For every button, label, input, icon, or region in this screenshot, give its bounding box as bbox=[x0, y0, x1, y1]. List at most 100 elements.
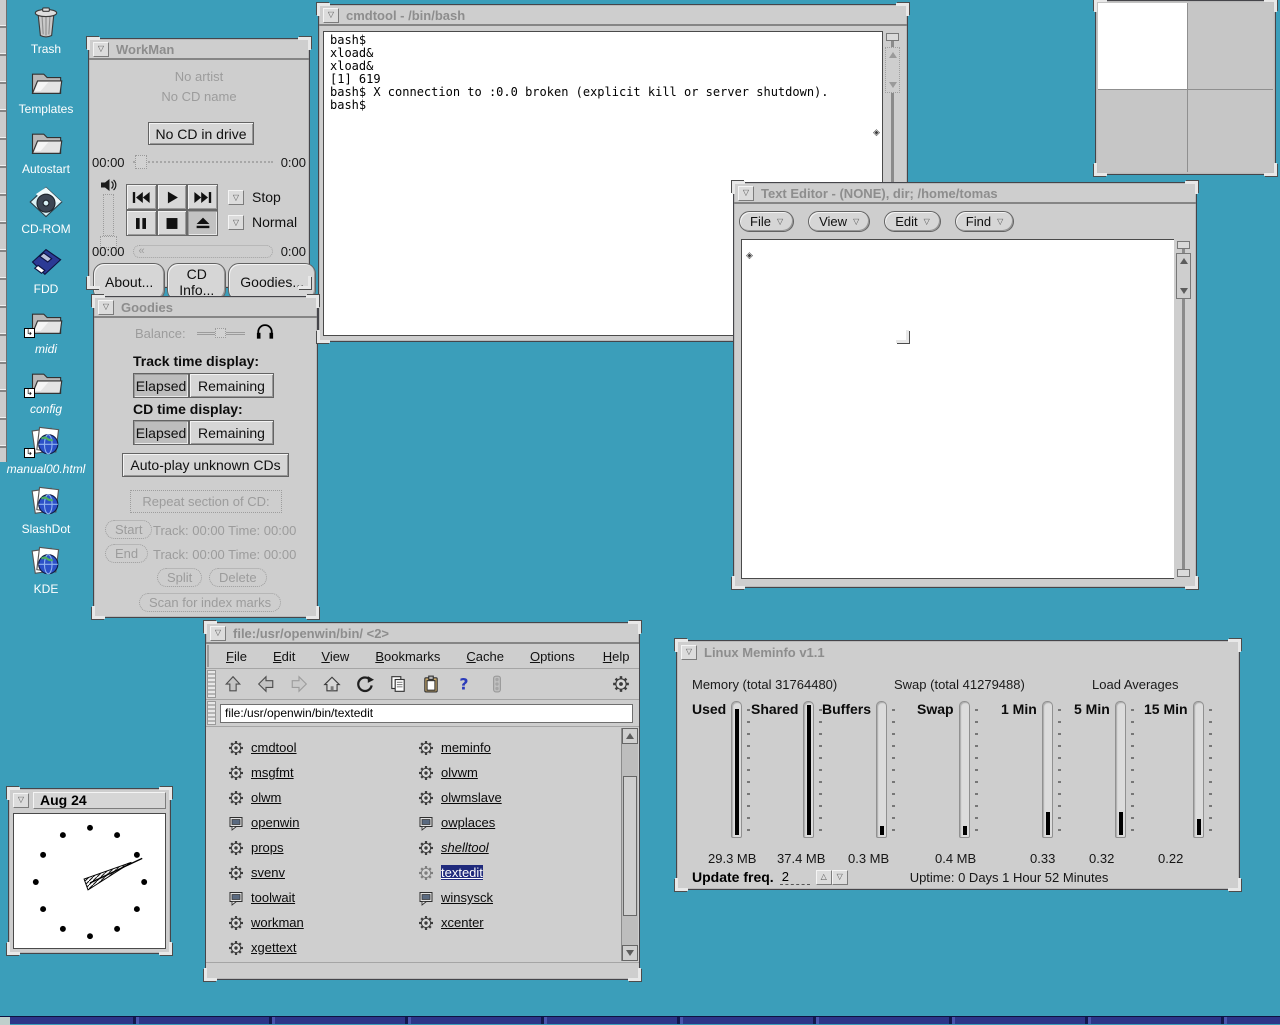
file-manager-titlebar[interactable]: ▽ file:/usr/openwin/bin/ <2> bbox=[206, 623, 639, 644]
resize-corner[interactable] bbox=[675, 878, 688, 891]
toolbar-drag-handle[interactable] bbox=[207, 670, 216, 698]
resize-corner[interactable] bbox=[204, 968, 217, 981]
transport-button[interactable] bbox=[126, 210, 157, 236]
resize-corner[interactable] bbox=[896, 3, 909, 16]
scroll-up-icon[interactable] bbox=[1180, 258, 1188, 264]
cd-elapsed-toggle[interactable]: Elapsed bbox=[133, 420, 189, 445]
hidden-panel-edge[interactable] bbox=[0, 0, 7, 462]
cmdtool-titlebar[interactable]: ▽ cmdtool - /bin/bash bbox=[319, 5, 907, 26]
menu-button[interactable]: File▽ bbox=[739, 211, 794, 232]
cd-position-slider[interactable]: « bbox=[133, 245, 273, 258]
file-name-link[interactable]: toolwait bbox=[251, 890, 295, 905]
file-name-link[interactable]: shelltool bbox=[441, 840, 489, 855]
slider-thumb[interactable] bbox=[135, 155, 147, 169]
file-item[interactable]: olvwm bbox=[418, 760, 586, 785]
desktop-icon[interactable]: ↳ KDE bbox=[14, 544, 78, 604]
transport-button[interactable] bbox=[187, 184, 218, 210]
file-name-link[interactable]: textedit bbox=[441, 865, 483, 880]
file-list-scrollbar[interactable] bbox=[621, 728, 638, 961]
file-name-link[interactable]: workman bbox=[251, 915, 304, 930]
resize-corner[interactable] bbox=[628, 968, 641, 981]
menu-button[interactable]: Edit▽ bbox=[884, 211, 941, 232]
editor-scrollbar[interactable] bbox=[1174, 239, 1194, 579]
balance-slider-thumb[interactable] bbox=[215, 328, 226, 338]
file-name-link[interactable]: cmdtool bbox=[251, 740, 297, 755]
scrollbar-top-anchor[interactable] bbox=[1177, 241, 1190, 249]
clock-titlebar[interactable]: ▽ Aug 24 bbox=[9, 789, 170, 810]
menu-item-help[interactable]: Help bbox=[590, 649, 644, 664]
resize-corner[interactable] bbox=[896, 330, 909, 343]
file-item[interactable]: olwm bbox=[228, 785, 396, 810]
editor-text-area[interactable]: ◈ bbox=[741, 239, 1178, 579]
desktop-icon[interactable]: ↳ midi bbox=[14, 304, 78, 364]
toolbar-button[interactable] bbox=[350, 671, 379, 697]
resize-corner[interactable] bbox=[317, 3, 330, 16]
desktop-icon[interactable]: ↳ SlashDot bbox=[14, 484, 78, 544]
pager-desktop-cell[interactable] bbox=[1188, 90, 1273, 172]
file-item[interactable]: toolwait bbox=[228, 885, 396, 910]
file-name-link[interactable]: olwm bbox=[251, 790, 281, 805]
resize-corner[interactable] bbox=[306, 606, 319, 619]
menu-item[interactable]: Bookmarks bbox=[362, 649, 453, 664]
menu-item[interactable]: View bbox=[308, 649, 362, 664]
resize-corner[interactable] bbox=[298, 37, 311, 50]
resize-corner[interactable] bbox=[159, 942, 172, 955]
resize-corner[interactable] bbox=[1264, 0, 1277, 12]
desktop-icon[interactable]: ↳ Trash bbox=[14, 4, 78, 64]
resize-corner[interactable] bbox=[1185, 576, 1198, 589]
repeat-end-button[interactable]: End bbox=[105, 544, 148, 563]
desktop-icon[interactable]: ↳ Templates bbox=[14, 64, 78, 124]
file-name-link[interactable]: xcenter bbox=[441, 915, 484, 930]
file-name-link[interactable]: winsysck bbox=[441, 890, 493, 905]
scroll-down-icon[interactable] bbox=[1180, 288, 1188, 294]
balance-slider[interactable] bbox=[197, 328, 245, 338]
resize-corner[interactable] bbox=[1094, 163, 1107, 176]
resize-corner[interactable] bbox=[7, 942, 20, 955]
file-item[interactable]: shelltool bbox=[418, 835, 586, 860]
file-item[interactable]: winsysck bbox=[418, 885, 586, 910]
toolbar-button[interactable] bbox=[284, 671, 313, 697]
repeat-section-button[interactable]: Repeat section of CD: bbox=[130, 490, 282, 513]
pager-desktop-cell[interactable] bbox=[1098, 3, 1187, 89]
menu-item[interactable]: Edit bbox=[260, 649, 308, 664]
toolbar-button[interactable] bbox=[449, 671, 478, 697]
resize-corner[interactable] bbox=[92, 606, 105, 619]
transport-button[interactable] bbox=[157, 184, 188, 210]
toolbar-button[interactable] bbox=[251, 671, 280, 697]
file-name-link[interactable]: msgfmt bbox=[251, 765, 294, 780]
resize-corner[interactable] bbox=[1228, 639, 1241, 652]
transport-button[interactable] bbox=[187, 210, 218, 236]
repeat-start-button[interactable]: Start bbox=[105, 520, 152, 539]
toolbar-drag-handle[interactable] bbox=[207, 701, 216, 725]
file-name-link[interactable]: olwmslave bbox=[441, 790, 502, 805]
pager-desktop-cell[interactable] bbox=[1188, 3, 1273, 89]
toolbar-button[interactable] bbox=[317, 671, 346, 697]
scrollbar-elevator[interactable] bbox=[1176, 253, 1191, 299]
scrollbar-elevator[interactable] bbox=[885, 47, 900, 93]
file-item[interactable]: meminfo bbox=[418, 735, 586, 760]
file-item[interactable]: olwmslave bbox=[418, 785, 586, 810]
resize-corner[interactable] bbox=[87, 37, 100, 50]
file-item[interactable]: msgfmt bbox=[228, 760, 396, 785]
resize-corner[interactable] bbox=[1185, 181, 1198, 194]
resize-corner[interactable] bbox=[204, 621, 217, 634]
play-mode-menu-button[interactable]: ▽ bbox=[228, 215, 244, 230]
file-item[interactable]: openwin bbox=[228, 810, 396, 835]
toolbar-button[interactable] bbox=[416, 671, 445, 697]
transport-button[interactable] bbox=[157, 210, 188, 236]
file-name-link[interactable]: xgettext bbox=[251, 940, 297, 955]
cd-status-button[interactable]: No CD in drive bbox=[148, 122, 254, 145]
scroll-down-icon[interactable] bbox=[889, 82, 897, 88]
file-item[interactable]: textedit bbox=[418, 860, 586, 885]
workman-titlebar[interactable]: ▽ WorkMan bbox=[89, 39, 309, 60]
delete-button[interactable]: Delete bbox=[209, 568, 267, 587]
resize-corner[interactable] bbox=[306, 295, 319, 308]
location-input[interactable] bbox=[220, 704, 633, 723]
menu-item[interactable]: File bbox=[213, 649, 260, 664]
autoplay-button[interactable]: Auto-play unknown CDs bbox=[122, 453, 289, 477]
text-editor-titlebar[interactable]: ▽ Text Editor - (NONE), dir; /home/tomas bbox=[734, 183, 1196, 204]
resize-corner[interactable] bbox=[7, 787, 20, 800]
desktop-icon[interactable]: ↳ manual00.html bbox=[14, 424, 78, 484]
meminfo-titlebar[interactable]: ▽ Linux Meminfo v1.1 bbox=[677, 641, 1239, 662]
scroll-up-button[interactable] bbox=[622, 728, 638, 744]
